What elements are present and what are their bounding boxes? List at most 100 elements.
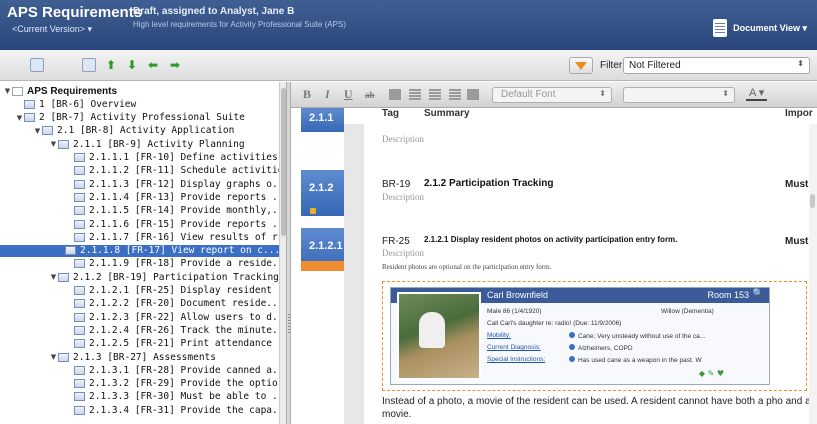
document-view-label: Document View ▾ [733, 22, 807, 33]
tag-column-header[interactable]: Tag [382, 108, 399, 124]
expand-toggle-icon[interactable]: ▼ [33, 127, 42, 135]
tree-item[interactable]: 2.1.1.3 [FR-12] Display graphs o... [65, 178, 279, 190]
document-scrollbar[interactable] [809, 124, 817, 424]
arrow-right-icon[interactable]: ➡ [168, 58, 182, 72]
size-select[interactable]: ⬍ [623, 87, 735, 103]
tree-item[interactable]: 2.1.3.3 [FR-30] Must be able to ... [65, 391, 279, 403]
requirement-tab[interactable]: 2.1.2.1 [301, 228, 344, 271]
requirement-title[interactable]: 2.1.2 Participation Tracking [424, 178, 554, 189]
expand-toggle-icon[interactable]: ▼ [15, 114, 24, 122]
expand-toggle-icon[interactable]: ▼ [49, 140, 58, 148]
tree-item[interactable]: 2.1.1.6 [FR-15] Provide reports ... [65, 218, 279, 230]
tree-item[interactable]: ▼ 2.1.2 [BR-19] Participation Tracking [49, 271, 279, 283]
expand-toggle-icon[interactable]: ▼ [49, 273, 58, 281]
document-icon[interactable] [30, 58, 44, 72]
text-color-button[interactable]: A ▾ [746, 86, 768, 101]
tree-item[interactable]: 2.1.1.5 [FR-14] Provide monthly,... [65, 205, 279, 217]
underline-button[interactable]: U [344, 87, 353, 102]
arrow-up-icon[interactable]: ⬆ [104, 58, 118, 72]
tree-item[interactable]: 2.1.1.1 [FR-10] Define activities. [65, 152, 279, 164]
reminder-text: Call Carl's daughter re: radio! (Due: 11… [487, 320, 622, 327]
bullet-icon [569, 344, 575, 350]
tree-item[interactable]: 2.1.1.8 [FR-17] View report on c... [0, 244, 279, 257]
tree-item[interactable]: ▼ 2.1.3 [BR-27] Assessments [49, 351, 216, 363]
format-toolbar: B I U ab Default Font ⬍ ⬍ A ▾ [291, 82, 817, 108]
align-left-icon[interactable] [409, 89, 421, 100]
requirement-icon [74, 153, 85, 162]
tree-item[interactable]: 2.1.2.1 [FR-25] Display resident ... [65, 285, 279, 297]
requirement-tab[interactable]: 2.1.2 [301, 170, 344, 216]
highlight-icon[interactable] [389, 89, 401, 100]
tree-item[interactable]: 2.1.3.4 [FR-31] Provide the capa... [65, 404, 279, 416]
filter-icon[interactable] [569, 57, 593, 74]
document-pane: B I U ab Default Font ⬍ ⬍ A ▾ Tag Summar… [291, 82, 817, 424]
document-view-button[interactable]: Document View ▾ [713, 18, 807, 38]
importance-column-header[interactable]: Impor [785, 108, 813, 124]
document-icon[interactable] [82, 58, 96, 72]
select-arrows-icon: ⬍ [797, 59, 804, 68]
requirement-icon [74, 365, 85, 375]
tree-scrollbar[interactable] [279, 82, 286, 424]
search-icon: 🔍 [752, 289, 764, 299]
summary-column-header[interactable]: Summary [424, 108, 470, 124]
tree-item[interactable]: 2.1.2.4 [FR-26] Track the minute... [65, 324, 279, 336]
italic-button[interactable]: I [325, 87, 330, 102]
tree-item-label: 2.1.1.5 [FR-14] Provide monthly,... [89, 205, 279, 217]
tree-item[interactable]: 1 [BR-6] Overview [15, 98, 136, 110]
select-arrows-icon: ⬍ [599, 89, 606, 98]
tree-item-label: 2.1.3 [BR-27] Assessments [73, 351, 216, 363]
requirement-tag: BR-19 [382, 179, 411, 190]
requirement-icon [74, 312, 85, 322]
tree-item[interactable]: 2.1.1.2 [FR-11] Schedule activities. [65, 165, 279, 177]
version-select[interactable]: <Current Version> ▾ [12, 24, 92, 35]
requirement-icon [74, 166, 85, 176]
requirement-icon [74, 259, 85, 269]
tree-item[interactable]: 2.1.1.7 [FR-16] View results of r... [65, 231, 279, 243]
arrow-left-icon[interactable]: ⬅ [146, 58, 160, 72]
row-gutter [344, 124, 364, 424]
requirement-icon [74, 286, 85, 295]
tree-item[interactable]: 2.1.2.5 [FR-21] Print attendance ... [65, 338, 279, 350]
requirement-importance: Must [785, 236, 809, 247]
tree-item-label: 2.1.2.2 [FR-20] Document reside... [89, 298, 279, 310]
align-right-icon[interactable] [449, 89, 461, 100]
tree-item[interactable]: ▼ 2.1.1 [BR-9] Activity Planning [49, 138, 245, 150]
strikethrough-button[interactable]: ab [365, 90, 375, 100]
mobility-label: Mobility: [487, 332, 511, 339]
align-center-icon[interactable] [429, 89, 441, 100]
document-scroll-thumb[interactable] [810, 194, 815, 208]
tree-item[interactable]: 2.1.3.2 [FR-29] Provide the optio... [65, 378, 279, 390]
tree-item-label: APS Requirements [27, 85, 118, 97]
filter-select[interactable]: Not Filtered ⬍ [623, 57, 810, 74]
folder-icon [12, 86, 23, 96]
tree-item[interactable]: ▼ 2.1 [BR-8] Activity Application [33, 125, 235, 137]
toolbar: ⬆ ⬇ ⬅ ➡ Filter: Not Filtered ⬍ [0, 50, 817, 81]
tree-item[interactable]: 2.1.1.4 [FR-13] Provide reports ... [65, 191, 279, 203]
image-icon[interactable] [467, 89, 479, 100]
description-label: Description [382, 192, 424, 202]
font-select[interactable]: Default Font ⬍ [492, 87, 612, 103]
tree-item[interactable]: 2.1.3.1 [FR-28] Provide canned a... [65, 364, 279, 376]
requirement-note: Instead of a photo, a movie of the resid… [382, 396, 811, 420]
requirement-icon [24, 99, 35, 109]
requirement-icon [74, 379, 85, 389]
requirement-icon [74, 405, 85, 415]
resident-status: Willow (Dementia) [661, 308, 714, 315]
tree-item[interactable]: 2.1.2.3 [FR-22] Allow users to d... [65, 311, 279, 323]
expand-toggle-icon[interactable]: ▼ [49, 353, 58, 361]
requirement-icon [58, 139, 69, 149]
card-action-icons: ◆ ✎ ♥ [698, 369, 724, 378]
expand-toggle-icon[interactable]: ▼ [3, 87, 12, 95]
requirement-tab[interactable]: 2.1.1 [301, 108, 344, 132]
tree-item-label: 2.1.1 [BR-9] Activity Planning [73, 138, 245, 150]
document-status: Draft, assigned to Analyst, Jane B [133, 6, 295, 17]
resident-name: Carl Brownfield [487, 290, 549, 300]
bold-button[interactable]: B [303, 87, 311, 102]
requirement-title[interactable]: 2.1.2.1 Display resident photos on activ… [424, 235, 677, 244]
tree-item[interactable]: 2.1.1.9 [FR-18] Provide a reside... [65, 258, 279, 270]
tree-item[interactable]: ▼ 2 [BR-7] Activity Professional Suite [15, 112, 245, 124]
tree-item[interactable]: 2.1.2.2 [FR-20] Document reside... [65, 298, 279, 310]
arrow-down-icon[interactable]: ⬇ [125, 58, 139, 72]
requirement-icon [74, 206, 85, 216]
tree-item[interactable]: ▼ APS Requirements [3, 85, 117, 97]
